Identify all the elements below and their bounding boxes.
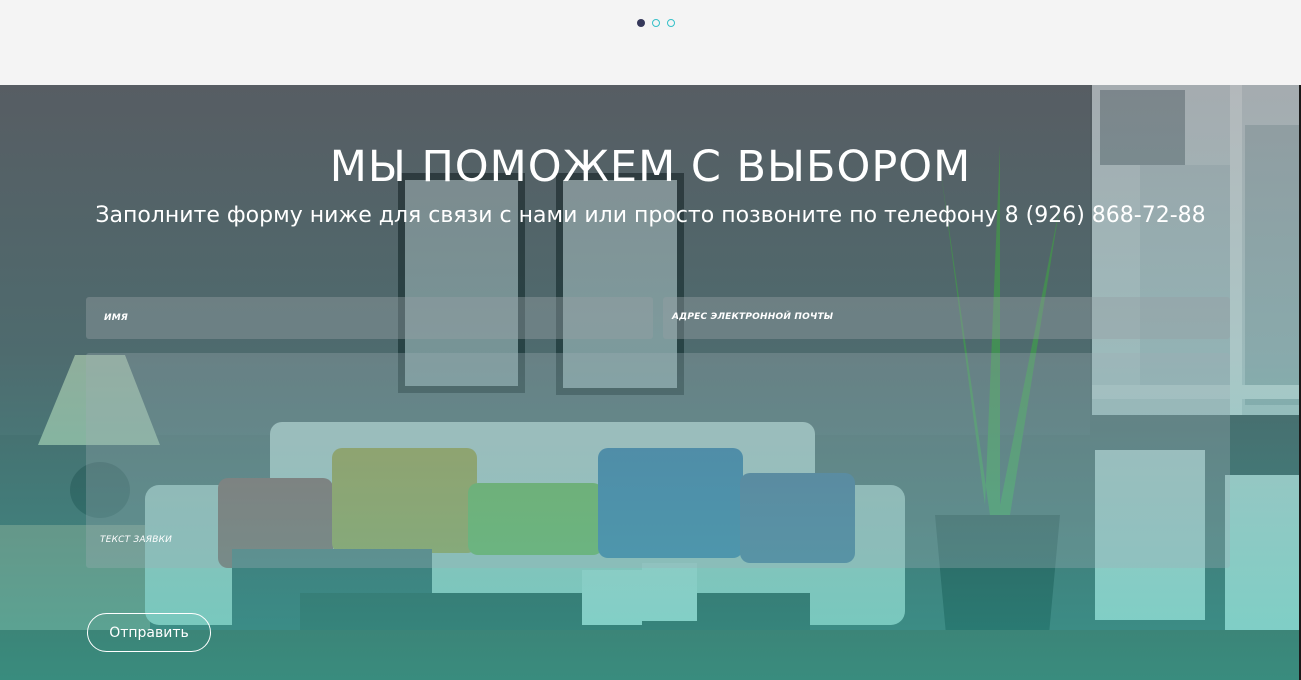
- name-field[interactable]: ИМЯ: [86, 297, 653, 339]
- carousel-dot-3[interactable]: [667, 19, 675, 27]
- section-subtitle: Заполните форму ниже для связи с нами ил…: [95, 203, 1206, 228]
- carousel-dot-1[interactable]: [637, 19, 645, 27]
- submit-button[interactable]: Отправить: [87, 613, 211, 652]
- section-title: МЫ ПОМОЖЕМ С ВЫБОРОМ: [329, 142, 972, 192]
- carousel-dots: [637, 19, 675, 27]
- contact-section: МЫ ПОМОЖЕМ С ВЫБОРОМ Заполните форму ниж…: [0, 85, 1301, 680]
- carousel-strip: [0, 0, 1301, 85]
- message-field[interactable]: ТЕКСТ ЗАЯВКИ: [86, 353, 1230, 568]
- email-field[interactable]: АДРЕС ЭЛЕКТРОННОЙ ПОЧТЫ: [663, 297, 1230, 339]
- email-placeholder: АДРЕС ЭЛЕКТРОННОЙ ПОЧТЫ: [672, 312, 834, 322]
- message-placeholder: ТЕКСТ ЗАЯВКИ: [100, 535, 173, 545]
- name-placeholder: ИМЯ: [104, 313, 129, 323]
- carousel-dot-2[interactable]: [652, 19, 660, 27]
